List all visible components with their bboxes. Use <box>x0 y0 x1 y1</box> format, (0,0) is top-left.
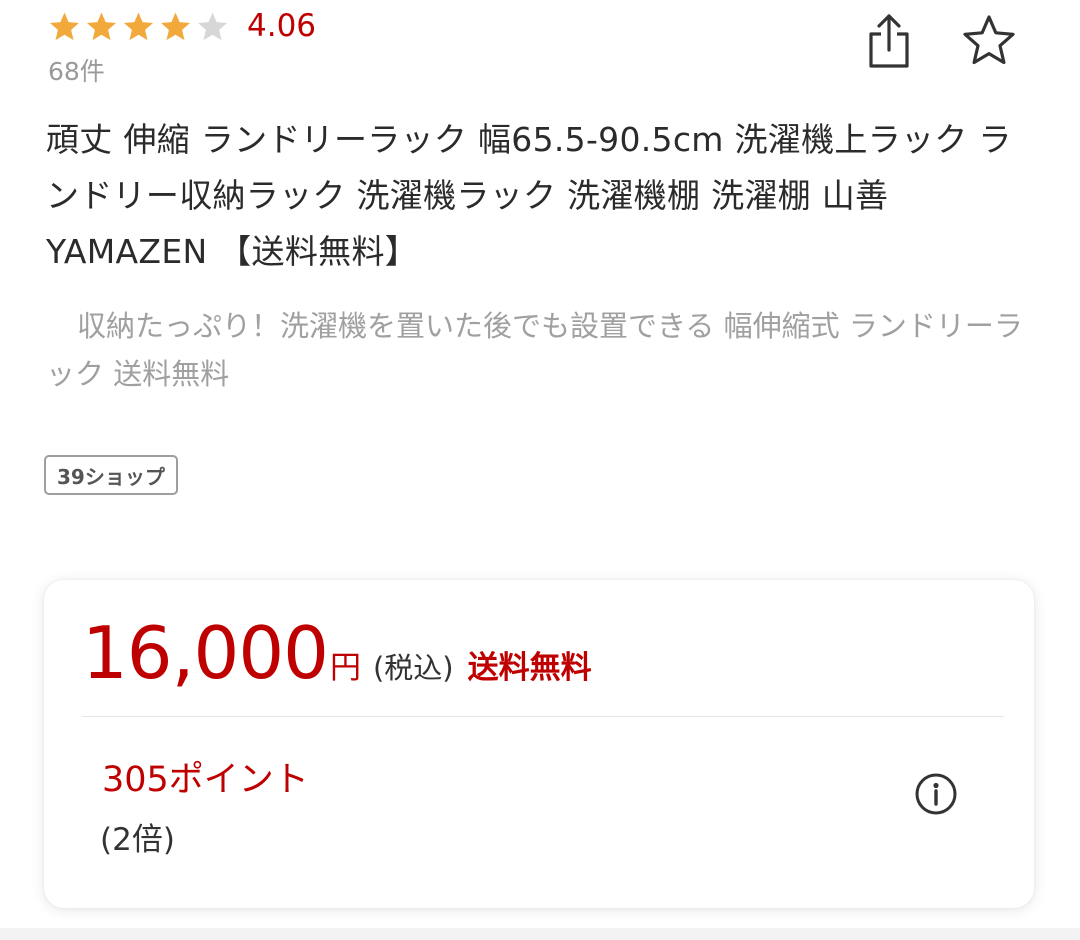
tax-note: (税込) <box>372 651 454 685</box>
star-empty-icon <box>198 12 227 40</box>
share-button[interactable] <box>858 10 920 72</box>
points-amount: 305ポイント <box>102 760 309 800</box>
star-filled-icon <box>161 12 190 40</box>
star-outline-icon <box>963 15 1015 65</box>
favorite-button[interactable] <box>958 10 1020 72</box>
points-multiplier: (2倍) <box>100 822 175 858</box>
price-amount: 16,000 <box>82 611 329 695</box>
price-card: 16,000 円 (税込) 送料無料 305ポイント (2倍) <box>44 580 1034 908</box>
product-page: 4.06 68件 頑丈 伸縮 ランドリーラック 幅65.5-90.5cm 洗濯機… <box>0 0 1080 940</box>
star-filled-icon <box>124 12 153 40</box>
shop-badge-39: 39ショップ <box>44 455 178 495</box>
rating-row[interactable]: 4.06 <box>48 6 316 46</box>
rating-stars <box>48 10 233 43</box>
star-filled-icon <box>50 12 79 40</box>
rating-value: 4.06 <box>247 8 317 44</box>
points-info-button[interactable] <box>914 772 958 816</box>
price-currency: 円 <box>329 650 361 686</box>
bottom-separator <box>0 928 1080 940</box>
info-icon <box>915 773 957 815</box>
review-count[interactable]: 68件 <box>48 56 105 88</box>
catch-copy: 収納たっぷり！洗濯機を置いた後でも設置できる 幅伸縮式 ランドリーラック 送料無… <box>46 309 1023 391</box>
top-actions <box>858 10 1020 72</box>
product-title: 頑丈 伸縮 ランドリーラック 幅65.5-90.5cm 洗濯機上ラック ランドリ… <box>46 120 1012 271</box>
free-shipping-label: 送料無料 <box>467 650 592 686</box>
star-filled-icon <box>87 12 116 40</box>
divider <box>82 716 1004 717</box>
share-icon <box>869 14 909 68</box>
price-row: 16,000 円 (税込) 送料無料 <box>82 610 592 696</box>
